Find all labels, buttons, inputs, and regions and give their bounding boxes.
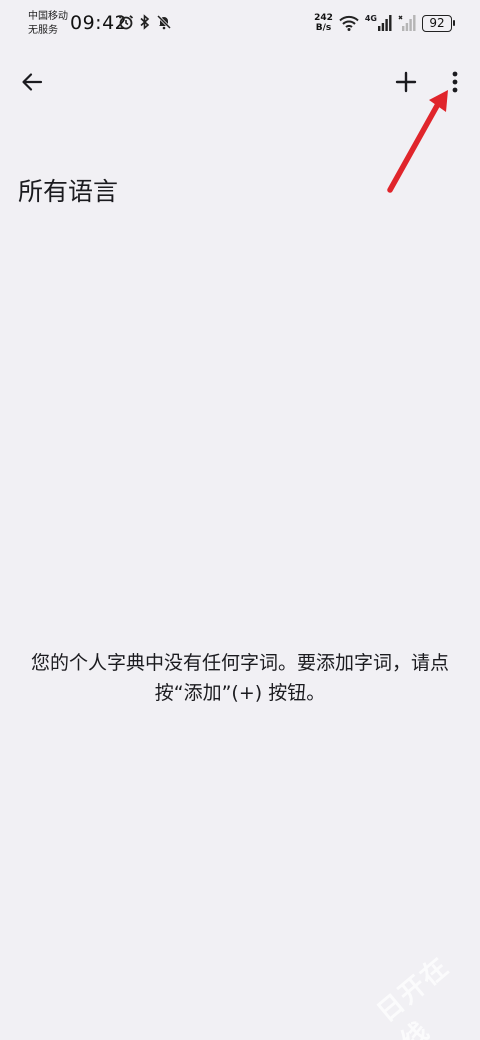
add-word-button[interactable] bbox=[388, 62, 424, 102]
screen: 中国移动 无服务 09:42 242 B/s 4G 92 所有语言 您的个人字典… bbox=[0, 0, 480, 1040]
carrier-info: 中国移动 无服务 bbox=[28, 10, 68, 38]
more-vert-icon bbox=[452, 71, 458, 93]
watermark: 日开在线 bbox=[371, 951, 456, 1040]
signal-icon bbox=[378, 15, 392, 31]
status-bar: 中国移动 无服务 09:42 242 B/s 4G 92 bbox=[0, 0, 480, 46]
net-speed-unit: B/s bbox=[315, 23, 332, 33]
battery-icon: 92 bbox=[422, 14, 455, 32]
alarm-icon bbox=[118, 15, 134, 30]
signal-label: 4G bbox=[364, 14, 377, 23]
carrier-name: 中国移动 bbox=[28, 11, 68, 22]
net-speed-value: 242 bbox=[314, 13, 333, 23]
service-status: 无服务 bbox=[28, 25, 58, 36]
back-button[interactable] bbox=[14, 62, 50, 102]
mute-icon bbox=[156, 14, 172, 30]
status-icons-right: 242 B/s 4G 92 bbox=[314, 13, 455, 33]
plus-icon bbox=[395, 71, 417, 93]
bluetooth-icon bbox=[140, 14, 150, 30]
top-app-bar bbox=[0, 56, 480, 112]
empty-state-message: 您的个人字典中没有任何字词。要添加字词，请点按“添加”(+) 按钮。 bbox=[30, 652, 449, 704]
no-signal-icon bbox=[398, 15, 416, 31]
net-speed: 242 B/s bbox=[314, 13, 333, 33]
page-title: 所有语言 bbox=[18, 177, 119, 206]
signal-group: 4G bbox=[365, 15, 392, 31]
status-icons-left bbox=[118, 14, 172, 30]
wifi-icon bbox=[339, 15, 359, 31]
arrow-left-icon bbox=[22, 73, 43, 91]
more-options-button[interactable] bbox=[440, 62, 470, 102]
